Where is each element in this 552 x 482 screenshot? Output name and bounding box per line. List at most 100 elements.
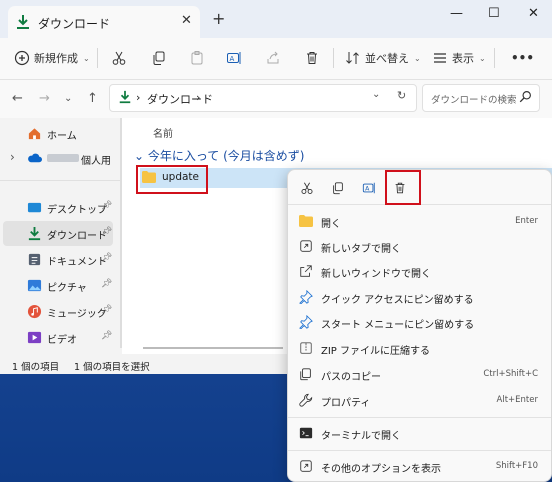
breadcrumb-separator[interactable]: ›: [136, 91, 140, 104]
context-divider: [288, 417, 551, 418]
column-header-name[interactable]: 名前: [153, 125, 173, 140]
selection-count: 1 個の項目を選択: [74, 362, 150, 373]
tab-close-icon[interactable]: ✕: [181, 13, 192, 28]
cloud-icon: [28, 153, 42, 163]
chevron-right-icon[interactable]: ›: [10, 150, 15, 164]
command-bar: 新規作成 ⌄ A 並べ替え ⌄ 表示 ⌄ •••: [0, 38, 552, 80]
refresh-icon[interactable]: ↻: [397, 89, 406, 102]
highlight-box-delete: [385, 170, 421, 205]
context-item-shortcut: Shift+F10: [495, 461, 538, 471]
context-item-label: スタート メニューにピン留めする: [321, 320, 475, 331]
context-item-compress-zip[interactable]: ZIP ファイルに圧縮する: [288, 336, 551, 360]
close-window-button[interactable]: ✕: [528, 6, 539, 21]
pin-icon: 📌︎: [101, 227, 113, 237]
tab-title: ダウンロード: [38, 17, 111, 31]
address-bar[interactable]: › ダウンロード › ⌄ ↻: [109, 84, 417, 112]
context-item-more-options[interactable]: その他のオプションを表示 Shift+F10: [288, 454, 551, 478]
group-header[interactable]: ⌄ 今年に入って (今月は含めず): [134, 147, 304, 164]
search-icon: [519, 91, 531, 103]
context-item-open-new-window[interactable]: 新しいウィンドウで開く: [288, 259, 551, 283]
context-item-properties[interactable]: プロパティ Alt+Enter: [288, 388, 551, 412]
search-box[interactable]: ダウンロードの検索: [422, 84, 540, 112]
sidebar-item-home[interactable]: ホーム: [3, 121, 113, 146]
new-tab-icon: [300, 240, 312, 252]
sidebar-item-downloads[interactable]: ダウンロード 📌︎: [3, 221, 113, 246]
context-item-pin-start[interactable]: スタート メニューにピン留めする: [288, 310, 551, 334]
view-button[interactable]: 表示 ⌄: [432, 46, 486, 70]
new-tab-button[interactable]: +: [212, 9, 225, 28]
pin-icon: [299, 315, 313, 329]
sidebar-item-label: ビデオ: [47, 335, 77, 346]
folder-icon: [299, 215, 313, 227]
back-arrow-icon[interactable]: ←: [12, 91, 23, 106]
pin-icon: 📌︎: [101, 253, 113, 263]
sidebar-item-label: ミュージック: [47, 309, 107, 320]
share-icon: [267, 51, 279, 64]
music-icon: [27, 304, 42, 319]
zip-icon: [300, 342, 312, 354]
sidebar-item-label: 個人用: [81, 156, 111, 167]
address-history-chevron-icon[interactable]: ⌄: [372, 89, 380, 100]
paste-button[interactable]: [189, 46, 205, 70]
document-icon: [28, 253, 41, 266]
context-item-open-new-tab[interactable]: 新しいタブで開く: [288, 234, 551, 258]
context-menu: A 開く Enter 新しいタブで開く 新しいウィンドウで開く クイック アクセ…: [287, 169, 552, 482]
context-item-label: ターミナルで開く: [321, 431, 401, 442]
pin-icon: 📌︎: [101, 279, 113, 289]
pin-icon: 📌︎: [101, 331, 113, 341]
context-item-shortcut: Ctrl+Shift+C: [483, 369, 538, 379]
context-item-shortcut: Alt+Enter: [496, 395, 538, 405]
more-options-button[interactable]: •••: [507, 46, 534, 70]
recent-locations-chevron-icon[interactable]: ⌄: [64, 93, 72, 104]
paste-icon: [191, 51, 203, 65]
navigation-pane: ホーム › 個人用 デスクトップ 📌︎ ダウンロード 📌︎ ドキュメント 📌︎ …: [0, 118, 120, 354]
minimize-button[interactable]: —: [450, 6, 463, 21]
context-item-pin-quick-access[interactable]: クイック アクセスにピン留めする: [288, 285, 551, 309]
svg-text:A: A: [230, 55, 235, 63]
context-copy-button[interactable]: [329, 179, 347, 197]
sidebar-item-desktop[interactable]: デスクトップ 📌︎: [3, 195, 113, 220]
view-label: 表示: [452, 52, 474, 65]
context-divider: [288, 450, 551, 451]
breadcrumb-separator[interactable]: ›: [196, 91, 200, 104]
cut-button[interactable]: [111, 46, 127, 70]
new-button[interactable]: 新規作成 ⌄: [14, 46, 90, 70]
desktop-icon: [27, 202, 42, 213]
highlight-box-file: [136, 165, 208, 194]
context-rename-button[interactable]: A: [360, 179, 378, 197]
delete-button[interactable]: [304, 46, 320, 70]
title-bar: ダウンロード ✕ + — ☐ ✕: [0, 0, 552, 38]
forward-arrow-icon[interactable]: →: [39, 91, 50, 106]
sidebar-item-label: ダウンロード: [47, 231, 107, 242]
group-header-label: 今年に入って (今月は含めず): [147, 149, 305, 163]
sidebar-item-pictures[interactable]: ピクチャ 📌︎: [3, 273, 113, 298]
up-arrow-icon[interactable]: ↑: [87, 91, 98, 106]
sidebar-item-documents[interactable]: ドキュメント 📌︎: [3, 247, 113, 272]
sidebar-item-videos[interactable]: ビデオ 📌︎: [3, 325, 113, 350]
sidebar-item-music[interactable]: ミュージック 📌︎: [3, 299, 113, 324]
maximize-button[interactable]: ☐: [488, 6, 500, 21]
copy-button[interactable]: [151, 46, 167, 70]
sidebar-item-onedrive[interactable]: › 個人用: [3, 146, 113, 171]
share-button[interactable]: [265, 46, 281, 70]
breadcrumb[interactable]: ダウンロード: [147, 91, 213, 107]
view-icon: [434, 53, 446, 63]
chevron-down-icon: ⌄: [83, 53, 90, 63]
context-item-copy-path[interactable]: パスのコピー Ctrl+Shift+C: [288, 362, 551, 386]
context-item-open[interactable]: 開く Enter: [288, 209, 551, 233]
sort-button[interactable]: 並べ替え ⌄: [345, 46, 421, 70]
context-item-open-terminal[interactable]: ターミナルで開く: [288, 421, 551, 445]
sort-icon: [346, 52, 359, 64]
horizontal-scrollbar[interactable]: [143, 347, 283, 349]
sidebar-item-label: ドキュメント: [47, 257, 107, 268]
rename-icon: A: [227, 52, 241, 64]
chevron-down-icon: ⌄: [414, 53, 421, 63]
tab-downloads[interactable]: ダウンロード ✕: [8, 6, 200, 38]
rename-button[interactable]: A: [226, 46, 242, 70]
scissors-icon: [301, 182, 313, 194]
toolbar-divider: [97, 48, 98, 68]
context-item-label: パスのコピー: [321, 372, 381, 383]
context-cut-button[interactable]: [298, 179, 316, 197]
toolbar-divider: [494, 48, 495, 68]
context-item-shortcut: Enter: [515, 216, 538, 226]
